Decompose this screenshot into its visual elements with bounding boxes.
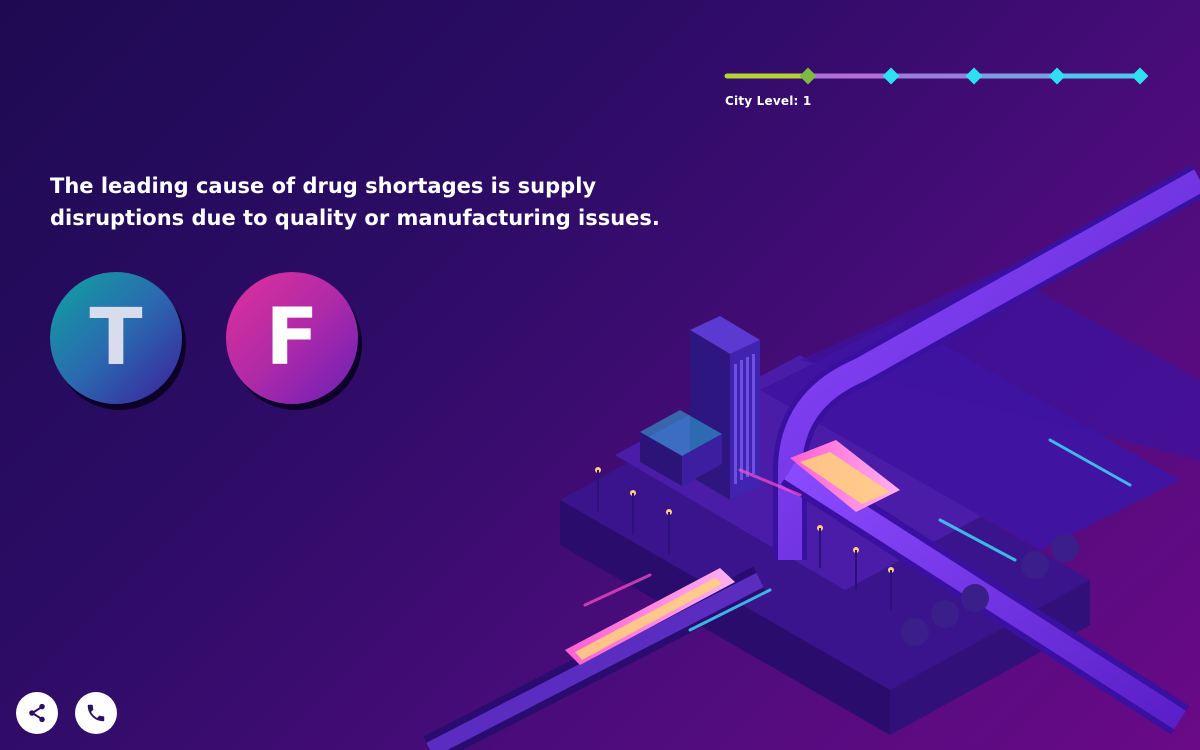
level-marker-2: [882, 67, 900, 85]
question-text: The leading cause of drug shortages is s…: [50, 174, 660, 230]
city-level-progress: City Level: 1: [724, 66, 1148, 108]
phone-button[interactable]: [75, 692, 117, 734]
level-marker-1: [799, 67, 817, 85]
share-button[interactable]: [16, 692, 58, 734]
level-marker-3: [965, 67, 983, 85]
city-level-label: City Level: 1: [725, 94, 812, 108]
phone-icon: [87, 704, 105, 722]
city-illustration: [423, 165, 1200, 750]
level-marker-5: [1131, 67, 1148, 85]
share-icon: [29, 703, 45, 723]
true-button[interactable]: T: [50, 272, 182, 404]
false-button[interactable]: F: [226, 272, 358, 404]
level-marker-4: [1048, 67, 1066, 85]
progress-track: [724, 67, 1148, 85]
